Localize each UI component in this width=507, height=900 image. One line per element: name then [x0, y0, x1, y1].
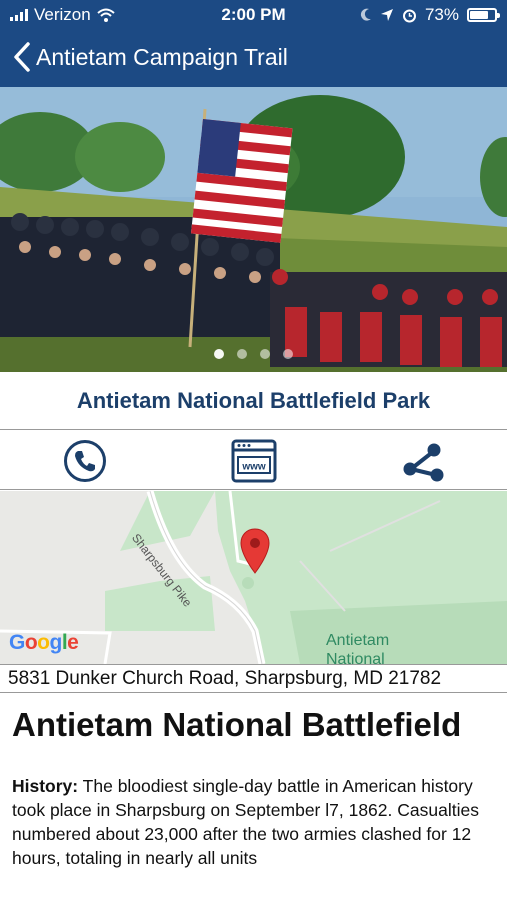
- carousel-dot[interactable]: [237, 349, 247, 359]
- map-area-label: Antietam National: [326, 632, 390, 664]
- history-paragraph: History: The bloodiest single-day battle…: [12, 774, 497, 870]
- chevron-left-icon[interactable]: [8, 40, 38, 74]
- location-map[interactable]: Sharpsburg Pike Google Antietam National: [0, 491, 507, 664]
- carousel-dot[interactable]: [283, 349, 293, 359]
- battery-percent: 73%: [424, 5, 459, 24]
- article: Antietam National Battlefield History: T…: [12, 704, 497, 870]
- google-logo: Google: [9, 631, 79, 654]
- share-icon: [403, 443, 444, 482]
- address-text[interactable]: 5831 Dunker Church Road, Sharpsburg, MD …: [0, 664, 507, 693]
- alarm-icon: [402, 9, 416, 22]
- nav-title: Antietam Campaign Trail: [36, 44, 288, 70]
- website-button[interactable]: www: [231, 438, 277, 484]
- action-bar: www: [0, 431, 507, 490]
- history-text: The bloodiest single-day battle in Ameri…: [12, 776, 479, 868]
- www-icon: www: [231, 439, 277, 483]
- map-marker-icon[interactable]: [239, 527, 271, 575]
- status-bar: Verizon 2:00 PM 73%: [0, 0, 507, 30]
- article-title: Antietam National Battlefield: [12, 706, 462, 743]
- location-arrow-icon: [380, 9, 393, 21]
- navigation-bar: Antietam Campaign Trail: [0, 38, 507, 78]
- history-label: History:: [12, 776, 79, 796]
- hero-image-carousel[interactable]: [0, 87, 507, 372]
- carousel-indicator[interactable]: [0, 349, 507, 359]
- park-name-heading: Antietam National Battlefield Park: [0, 372, 507, 430]
- app-header: Verizon 2:00 PM 73% Antietam Campaign Tr…: [0, 0, 507, 87]
- call-button[interactable]: [62, 438, 108, 484]
- carousel-dot[interactable]: [260, 349, 270, 359]
- share-button[interactable]: [400, 438, 446, 484]
- phone-icon: [64, 440, 106, 482]
- battery-icon: [467, 8, 500, 22]
- moon-icon: [360, 8, 371, 21]
- reenactment-photo: [0, 87, 507, 372]
- carousel-dot[interactable]: [214, 349, 224, 359]
- svg-text:www: www: [241, 462, 266, 473]
